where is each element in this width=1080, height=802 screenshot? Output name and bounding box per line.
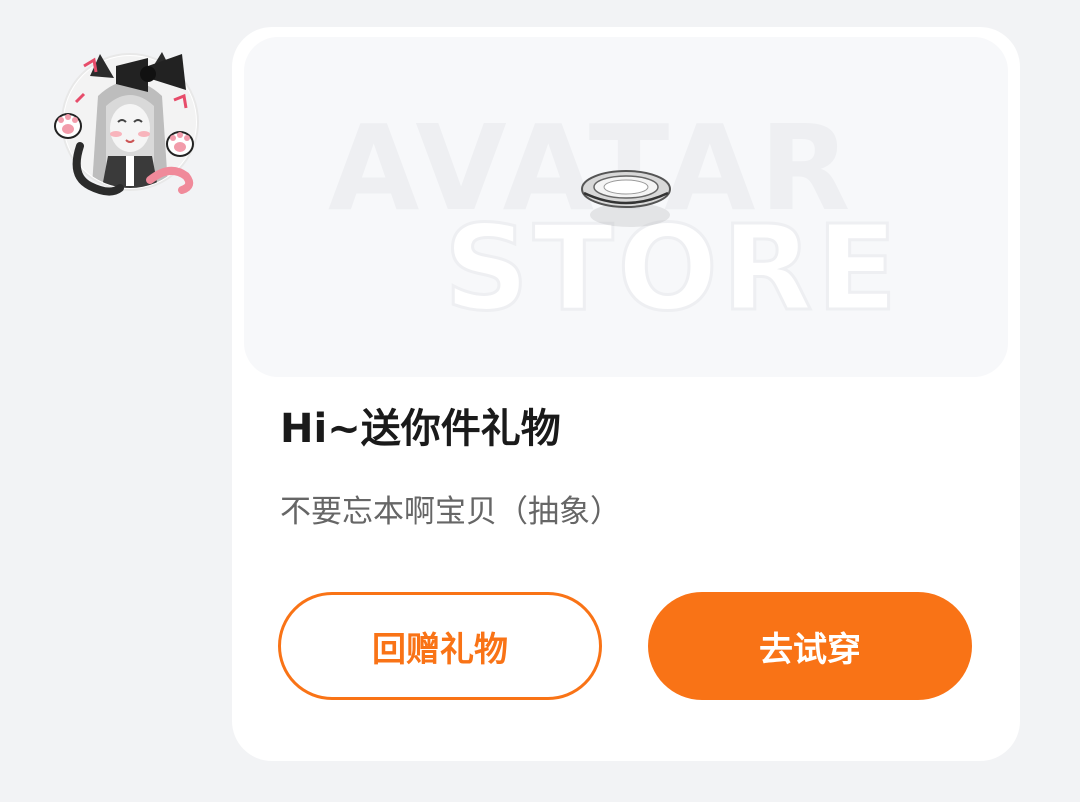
return-gift-label: 回赠礼物 [372,629,508,670]
gift-card: AVATAR STORE Hi~送你件礼物 不要忘本啊宝贝（抽象） 回赠礼物 去… [232,27,1020,761]
gift-title: Hi~送你件礼物 [280,406,561,452]
gift-subtitle: 不要忘本啊宝贝（抽象） [280,494,621,530]
avatar-image [54,52,199,196]
plate-icon [581,170,671,227]
try-on-label: 去试穿 [759,629,861,670]
try-on-button[interactable]: 去试穿 [648,592,972,700]
sender-avatar[interactable] [50,36,210,198]
watermark-store-text: STORE [444,199,901,337]
avatar-store-banner: AVATAR STORE [244,37,1008,377]
return-gift-button[interactable]: 回赠礼物 [278,592,602,700]
